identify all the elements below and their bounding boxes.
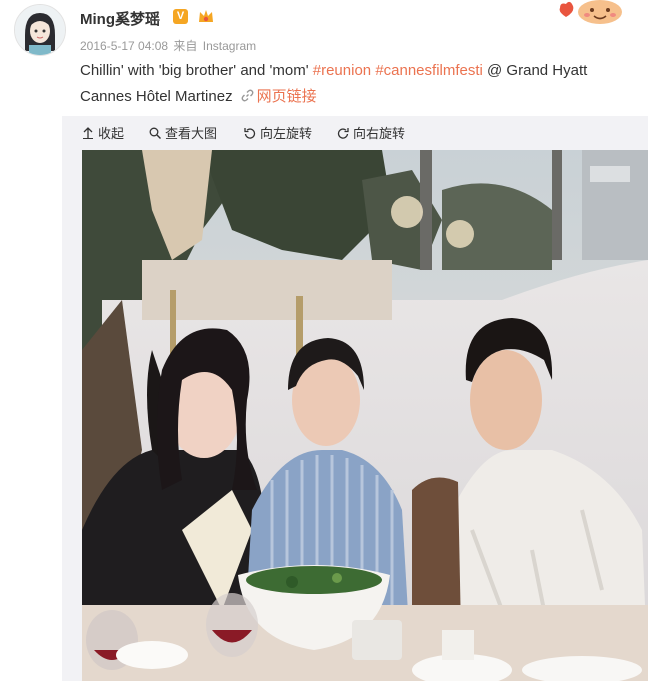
- username[interactable]: Ming奚梦瑶: [80, 8, 160, 29]
- post-text-part: Chillin' with 'big brother' and 'mom': [80, 62, 313, 79]
- link-icon: [241, 85, 254, 111]
- post-photo[interactable]: [82, 150, 648, 681]
- collapse-button[interactable]: 收起: [82, 123, 124, 142]
- magnifier-icon: [149, 127, 161, 139]
- post-meta: 2016-5-17 04:08 来自 Instagram: [80, 37, 258, 54]
- rotate-right-label: 向右旋转: [353, 126, 406, 141]
- web-link-label: 网页链接: [256, 88, 317, 105]
- post-time[interactable]: 2016-5-17 04:08: [80, 39, 168, 53]
- rotate-right-button[interactable]: 向右旋转: [337, 123, 405, 142]
- arrow-up-icon: [82, 126, 94, 139]
- media-toolbar: 收起 查看大图 向左旋转 向右旋转: [62, 116, 648, 146]
- source-prefix: 来自: [173, 39, 198, 53]
- view-large-button[interactable]: 查看大图: [149, 123, 217, 142]
- post-source[interactable]: Instagram: [203, 39, 256, 53]
- rotate-left-button[interactable]: 向左旋转: [244, 123, 312, 142]
- web-link[interactable]: 网页链接: [241, 88, 317, 105]
- decoration-icon: [556, 0, 628, 26]
- rotate-left-label: 向左旋转: [260, 126, 313, 141]
- vip-icon: [197, 8, 215, 24]
- media-box: 收起 查看大图 向左旋转 向右旋转: [62, 116, 648, 681]
- avatar[interactable]: [14, 4, 66, 56]
- rotate-right-icon: [337, 127, 349, 139]
- post-text: Chillin' with 'big brother' and 'mom' #r…: [80, 58, 635, 111]
- weibo-post: Ming奚梦瑶 V 2016-5-17 04:08 来自 Instagram C…: [0, 0, 648, 681]
- hashtag-cannesfilmfesti[interactable]: #cannesfilmfesti: [375, 62, 483, 79]
- view-large-label: 查看大图: [165, 126, 218, 141]
- rotate-left-icon: [244, 127, 256, 139]
- verified-icon: V: [173, 9, 188, 24]
- hashtag-reunion[interactable]: #reunion: [313, 62, 371, 79]
- collapse-label: 收起: [98, 126, 125, 141]
